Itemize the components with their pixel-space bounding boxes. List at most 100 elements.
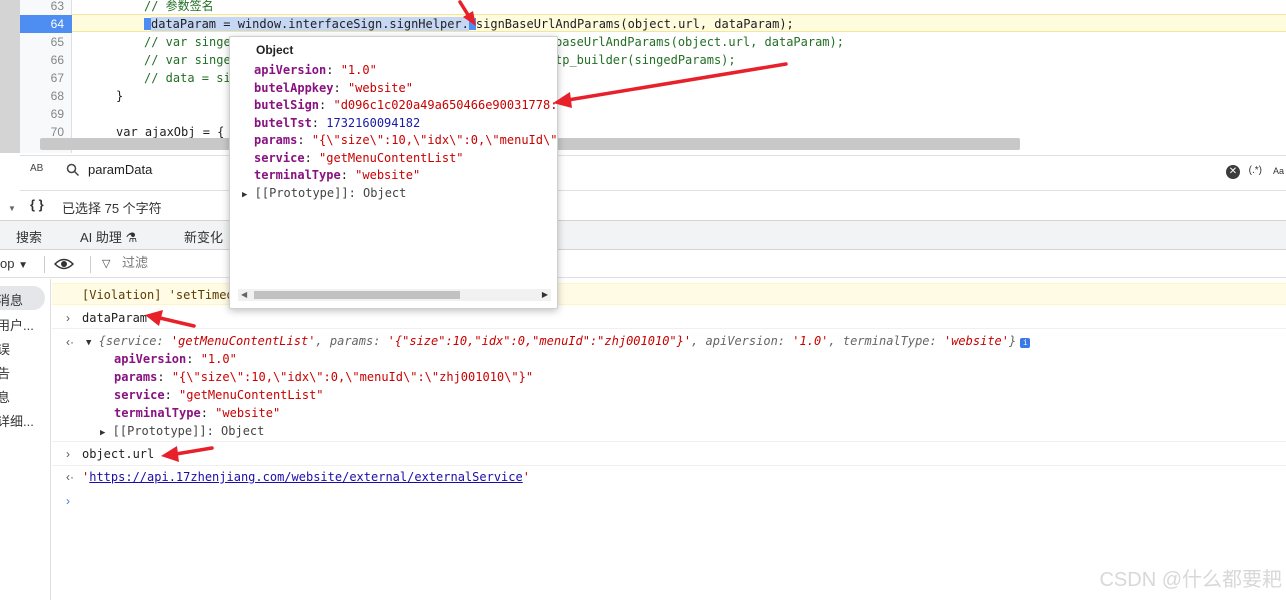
editor-search-bar: AB ✕ (.*) Aa [20, 155, 1286, 189]
sidebar-item-label: 用户... [0, 318, 34, 333]
toolbar-divider [44, 256, 45, 273]
property-row: params: "{\"size\":10,\"idx\":0,\"menuId… [114, 370, 534, 384]
sidebar-item-label: 详细... [0, 414, 34, 429]
line-number[interactable]: 68 [20, 87, 72, 105]
toolbar-divider [90, 256, 91, 273]
expand-triangle-icon[interactable]: ▶ [100, 428, 105, 438]
result-url-link[interactable]: https://api.17zhenjiang.com/website/exte… [89, 470, 522, 484]
inline-breakpoint-marker[interactable] [144, 18, 151, 30]
console-messages[interactable]: [Violation] 'setTimeo › dataParam ‹· ▼ {… [52, 279, 1286, 600]
sidebar-item-user-messages[interactable]: 用户... [0, 311, 50, 335]
property-row: service: "getMenuContentList" [114, 388, 324, 402]
sidebar-item-label: 误 [0, 339, 10, 358]
popover-property-row: butelSign: "d096c1c020a49a650466e9003177… [254, 98, 558, 112]
line-number[interactable]: 67 [20, 69, 72, 87]
popover-property-row: apiVersion: "1.0" [254, 63, 377, 77]
clear-search-icon[interactable]: ✕ [1226, 165, 1240, 179]
tab-search[interactable]: 搜索 [16, 227, 42, 246]
context-selector[interactable]: op ▼ [0, 256, 28, 271]
sidebar-item-errors[interactable]: 误 [0, 335, 50, 359]
popover-horizontal-scrollbar[interactable]: ◀ ▶ [238, 289, 551, 301]
code-comment: // var singe [144, 53, 231, 67]
property-row: apiVersion: "1.0" [114, 352, 237, 366]
console-toolbar: op ▼ ▽ [0, 251, 1286, 278]
source-editor[interactable]: 63 64 65 66 67 68 69 70 // 参数签名 dataPara… [0, 0, 1286, 153]
popover-property-row: butelAppkey: "website" [254, 81, 413, 95]
match-case-icon[interactable]: Aa [1273, 166, 1284, 176]
code-line-tail: tp_builder(singedParams); [555, 51, 1286, 69]
eye-icon[interactable] [53, 257, 75, 274]
object-hover-popover[interactable]: Object apiVersion: "1.0" butelAppkey: "w… [229, 36, 558, 309]
line-number[interactable]: 66 [20, 51, 72, 69]
console-input-text: object.url [82, 447, 155, 461]
scroll-down-arrow-icon[interactable]: ▼ [8, 204, 16, 213]
scroll-right-arrow-icon[interactable]: ▶ [542, 289, 548, 301]
info-badge-icon[interactable]: i [1020, 338, 1031, 348]
prototype-row[interactable]: ▶ [[Prototype]]: Object [100, 424, 264, 438]
drawer-tab-strip: 搜索 AI 助理 ⚗ 新变化 [0, 220, 1286, 250]
popover-property-row: params: "{\"size\":10,\"idx\":0,\"menuId… [254, 133, 558, 147]
violation-text: [Violation] 'setTimeo [82, 288, 234, 302]
prompt-chevron-icon: › [66, 494, 70, 508]
line-number[interactable]: 69 [20, 105, 72, 123]
inline-breakpoint-marker[interactable] [468, 18, 476, 30]
selection-status: 已选择 75 个字符 [62, 201, 162, 216]
console-result-object[interactable]: ‹· ▼ {service: 'getMenuContentList', par… [52, 330, 1286, 442]
popover-property-row: butelTst: 1732160094182 [254, 116, 421, 130]
code-comment: // var singe [144, 35, 231, 49]
code-comment: baseUrlAndParams(object.url, dataParam); [555, 35, 844, 49]
sidebar-item-messages[interactable]: 消息 [0, 286, 45, 310]
context-label: op [0, 256, 15, 271]
popover-property-row: service: "getMenuContentList" [254, 151, 464, 165]
filter-icon: ▽ [102, 258, 111, 270]
code-comment: // data = si [144, 71, 231, 85]
sidebar-item-warnings[interactable]: 告 [0, 359, 50, 383]
property-row: terminalType: "website" [114, 406, 281, 420]
sidebar-item-info[interactable]: 息 [0, 383, 50, 407]
editor-left-panel-edge [0, 0, 20, 153]
tab-ai-assistant[interactable]: AI 助理 ⚗ [80, 227, 137, 246]
search-icon [66, 163, 80, 180]
console-prompt[interactable]: › [52, 491, 1286, 513]
popover-prototype-row[interactable]: ▶ [[Prototype]]: Object [242, 184, 406, 202]
code-line[interactable]: // 参数签名 [72, 0, 1286, 15]
watermark: CSDN @什么都要耙 [1099, 569, 1282, 591]
flask-icon: ⚗ [125, 230, 138, 245]
line-number[interactable]: 65 [20, 33, 72, 51]
match-word-icon[interactable]: AB [30, 163, 43, 174]
result-back-arrow-icon: ‹· [66, 335, 74, 349]
regex-toggle-icon[interactable]: (.*) [1249, 165, 1262, 176]
input-chevron-icon: › [66, 447, 70, 461]
console-input-text: dataParam [82, 311, 148, 325]
code-comment: // 参数签名 [144, 0, 214, 13]
line-number-breakpoint[interactable]: 64 [20, 15, 72, 33]
editor-status-bar: { } 已选择 75 个字符 [20, 190, 1286, 218]
expand-triangle-icon[interactable]: ▶ [242, 186, 247, 204]
sidebar-item-label: 告 [0, 363, 10, 382]
tab-label: AI 助理 [80, 230, 122, 245]
code-text: signBaseUrlAndParams(object.url, dataPar… [475, 17, 794, 31]
sidebar-item-label: 息 [0, 387, 10, 406]
result-back-arrow-icon: ‹· [66, 470, 74, 484]
object-summary[interactable]: ▼ {service: 'getMenuContentList', params… [86, 334, 1031, 348]
console-sidebar: 消息 用户... 误 告 息 详细... [0, 279, 51, 600]
code-comment: tp_builder(singedParams); [555, 53, 736, 67]
scrollbar-thumb[interactable] [254, 291, 460, 299]
code-text: } [116, 89, 124, 103]
console-input-line[interactable]: › object.url [52, 443, 1286, 466]
selected-code: dataParam = window.interfaceSign.signHel… [151, 17, 469, 31]
sidebar-item-label: 消息 [0, 293, 24, 308]
line-number[interactable]: 63 [20, 0, 72, 15]
expand-triangle-icon[interactable]: ▼ [86, 338, 91, 348]
url-result[interactable]: 'https://api.17zhenjiang.com/website/ext… [82, 470, 530, 484]
chevron-down-icon: ▼ [18, 260, 28, 271]
tab-whats-new[interactable]: 新变化 [184, 227, 223, 246]
sidebar-item-verbose[interactable]: 详细... [0, 407, 50, 431]
scroll-left-arrow-icon[interactable]: ◀ [241, 289, 247, 301]
popover-title: Object [256, 43, 294, 57]
console-input-line[interactable]: › dataParam [52, 307, 1286, 329]
pretty-print-icon[interactable]: { } [30, 197, 44, 212]
code-line-active[interactable]: dataParam = window.interfaceSign.signHel… [72, 14, 1286, 32]
console-result-url[interactable]: ‹· 'https://api.17zhenjiang.com/website/… [52, 467, 1286, 489]
code-line-tail: baseUrlAndParams(object.url, dataParam); [555, 33, 1286, 51]
